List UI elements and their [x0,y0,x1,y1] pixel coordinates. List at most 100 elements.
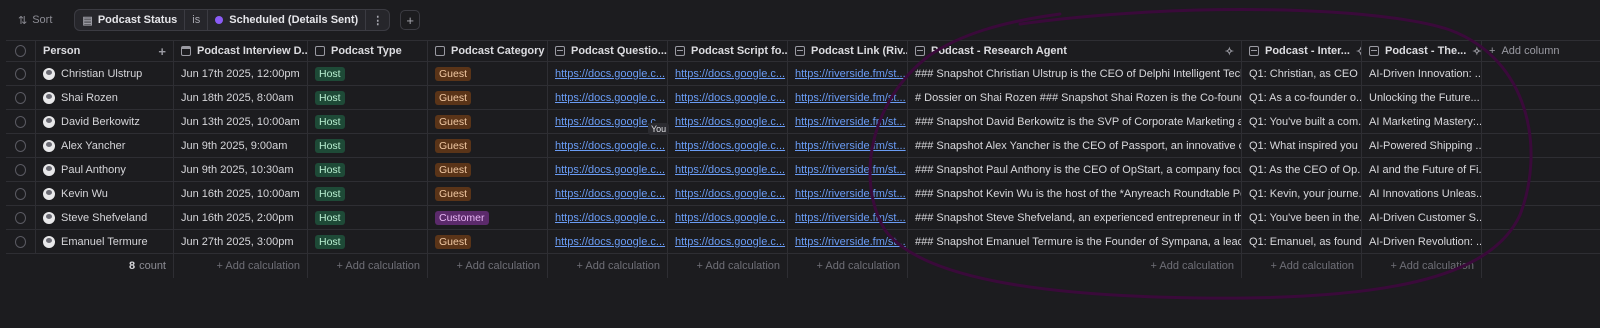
table-row[interactable]: Paul Anthony Jun 9th 2025, 10:30am Host Gue… [6,158,1600,182]
interview-questions-cell[interactable]: Q1: As the CEO of Op... [1242,158,1362,181]
research-agent-cell[interactable]: ### Snapshot Steve Shefveland, an experi… [908,206,1242,229]
questions-link-cell[interactable]: https://docs.google.c... [548,158,668,181]
theme-cell[interactable]: AI Marketing Mastery:... [1362,110,1482,133]
filter-chip[interactable]: ▤ Podcast Status is Scheduled (Details Se… [74,9,391,31]
category-cell[interactable]: Guest [428,158,548,181]
column-header-person[interactable]: Person + [36,41,174,61]
riverside-link[interactable]: https://riverside.fm/st... [795,212,906,224]
research-agent-cell[interactable]: ### Snapshot Emanuel Termure is the Foun… [908,230,1242,253]
type-cell[interactable]: Host [308,86,428,109]
script-link[interactable]: https://docs.google.c... [675,164,785,176]
script-link[interactable]: https://docs.google.c... [675,68,785,80]
research-agent-cell[interactable]: ### Snapshot Christian Ulstrup is the CE… [908,62,1242,85]
riverside-link-cell[interactable]: https://riverside.fm/st... [788,230,908,253]
script-link[interactable]: https://docs.google.c... [675,116,785,128]
column-header-questions[interactable]: Podcast Questio... [548,41,668,61]
script-link-cell[interactable]: https://docs.google.c... [668,110,788,133]
date-cell[interactable]: Jun 16th 2025, 10:00am [174,182,308,205]
column-header-script[interactable]: Podcast Script fo... [668,41,788,61]
questions-link[interactable]: https://docs.google.c... [555,236,665,248]
person-cell[interactable]: Alex Yancher [36,134,174,157]
type-cell[interactable]: Host [308,206,428,229]
filter-field[interactable]: ▤ Podcast Status [75,10,186,30]
person-cell[interactable]: Christian Ulstrup [36,62,174,85]
category-cell[interactable]: Guest [428,182,548,205]
questions-link[interactable]: https://docs.google.c... [555,212,665,224]
row-checkbox[interactable] [6,182,36,205]
script-link-cell[interactable]: https://docs.google.c... [668,86,788,109]
riverside-link-cell[interactable]: https://riverside.fm/st... [788,182,908,205]
riverside-link-cell[interactable]: https://riverside.fm/st... [788,158,908,181]
column-header-interview-questions[interactable]: Podcast - Inter...✧ [1242,41,1362,61]
riverside-link[interactable]: https://riverside.fm/st... [795,68,906,80]
date-cell[interactable]: Jun 17th 2025, 12:00pm [174,62,308,85]
column-header-link[interactable]: Podcast Link (Riv... [788,41,908,61]
type-cell[interactable]: Host [308,134,428,157]
row-checkbox[interactable] [6,110,36,133]
riverside-link[interactable]: https://riverside.fm/st... [795,140,906,152]
add-calculation-button[interactable]: + Add calculation [668,254,788,278]
row-checkbox[interactable] [6,62,36,85]
theme-cell[interactable]: AI Innovations Unleas... [1362,182,1482,205]
questions-link[interactable]: https://docs.google.c... [555,188,665,200]
person-cell[interactable]: Emanuel Termure [36,230,174,253]
interview-questions-cell[interactable]: Q1: Christian, as CEO ... [1242,62,1362,85]
riverside-link[interactable]: https://riverside.fm/st... [795,116,906,128]
theme-cell[interactable]: AI and the Future of Fi... [1362,158,1482,181]
row-checkbox[interactable] [6,86,36,109]
column-header-theme[interactable]: Podcast - The... ✧ [1362,41,1482,61]
interview-questions-cell[interactable]: Q1: Emanuel, as found... [1242,230,1362,253]
questions-link[interactable]: https://docs.google.c... [555,140,665,152]
column-header-type[interactable]: Podcast Type [308,41,428,61]
script-link-cell[interactable]: https://docs.google.c... [668,62,788,85]
table-row[interactable]: Alex Yancher Jun 9th 2025, 9:00am Host Gues… [6,134,1600,158]
add-filter-button[interactable]: + [400,10,421,30]
type-cell[interactable]: Host [308,110,428,133]
row-checkbox[interactable] [6,230,36,253]
riverside-link[interactable]: https://riverside.fm/st... [795,188,906,200]
person-cell[interactable]: David Berkowitz [36,110,174,133]
filter-operator[interactable]: is [185,10,209,30]
script-link-cell[interactable]: https://docs.google.c... [668,230,788,253]
filter-value[interactable]: Scheduled (Details Sent) [208,10,367,30]
add-calculation-button[interactable]: + Add calculation [174,254,308,278]
questions-link[interactable]: https://docs.google.c... [555,92,665,104]
theme-cell[interactable]: Unlocking the Future... [1362,86,1482,109]
type-cell[interactable]: Host [308,62,428,85]
script-link[interactable]: https://docs.google.c... [675,140,785,152]
row-checkbox[interactable] [6,206,36,229]
questions-link-cell[interactable]: https://docs.google.c... [548,134,668,157]
add-calculation-button[interactable]: + Add calculation [1362,254,1482,278]
script-link[interactable]: https://docs.google.c... [675,188,785,200]
theme-cell[interactable]: AI-Powered Shipping ... [1362,134,1482,157]
table-row[interactable]: Shai Rozen Jun 18th 2025, 8:00am Host Guest… [6,86,1600,110]
date-cell[interactable]: Jun 27th 2025, 3:00pm [174,230,308,253]
date-cell[interactable]: Jun 18th 2025, 8:00am [174,86,308,109]
riverside-link-cell[interactable]: https://riverside.fm/st... [788,86,908,109]
person-cell[interactable]: Kevin Wu [36,182,174,205]
theme-cell[interactable]: AI-Driven Customer S... [1362,206,1482,229]
interview-questions-cell[interactable]: Q1: As a co-founder o... [1242,86,1362,109]
type-cell[interactable]: Host [308,182,428,205]
table-row[interactable]: Christian Ulstrup Jun 17th 2025, 12:00pm H… [6,62,1600,86]
add-calculation-button[interactable]: + Add calculation [1242,254,1362,278]
select-all-checkbox[interactable] [6,41,36,61]
questions-link-cell[interactable]: https://docs.google.c... [548,62,668,85]
person-cell[interactable]: Shai Rozen [36,86,174,109]
column-header-interview-date[interactable]: Podcast Interview D... [174,41,308,61]
person-cell[interactable]: Paul Anthony [36,158,174,181]
script-link-cell[interactable]: https://docs.google.c... [668,134,788,157]
date-cell[interactable]: Jun 16th 2025, 2:00pm [174,206,308,229]
questions-link-cell[interactable]: https://docs.google.c... [548,230,668,253]
script-link-cell[interactable]: https://docs.google.c... [668,182,788,205]
table-row[interactable]: Emanuel Termure Jun 27th 2025, 3:00pm Host… [6,230,1600,254]
type-cell[interactable]: Host [308,158,428,181]
sort-button[interactable]: ⇅ Sort [12,10,58,31]
script-link[interactable]: https://docs.google.c... [675,212,785,224]
questions-link[interactable]: https://docs.google.c... [555,164,665,176]
interview-questions-cell[interactable]: Q1: What inspired you ... [1242,134,1362,157]
riverside-link-cell[interactable]: https://riverside.fm/st... [788,110,908,133]
date-cell[interactable]: Jun 9th 2025, 9:00am [174,134,308,157]
category-cell[interactable]: Guest [428,110,548,133]
research-agent-cell[interactable]: ### Snapshot Kevin Wu is the host of the… [908,182,1242,205]
